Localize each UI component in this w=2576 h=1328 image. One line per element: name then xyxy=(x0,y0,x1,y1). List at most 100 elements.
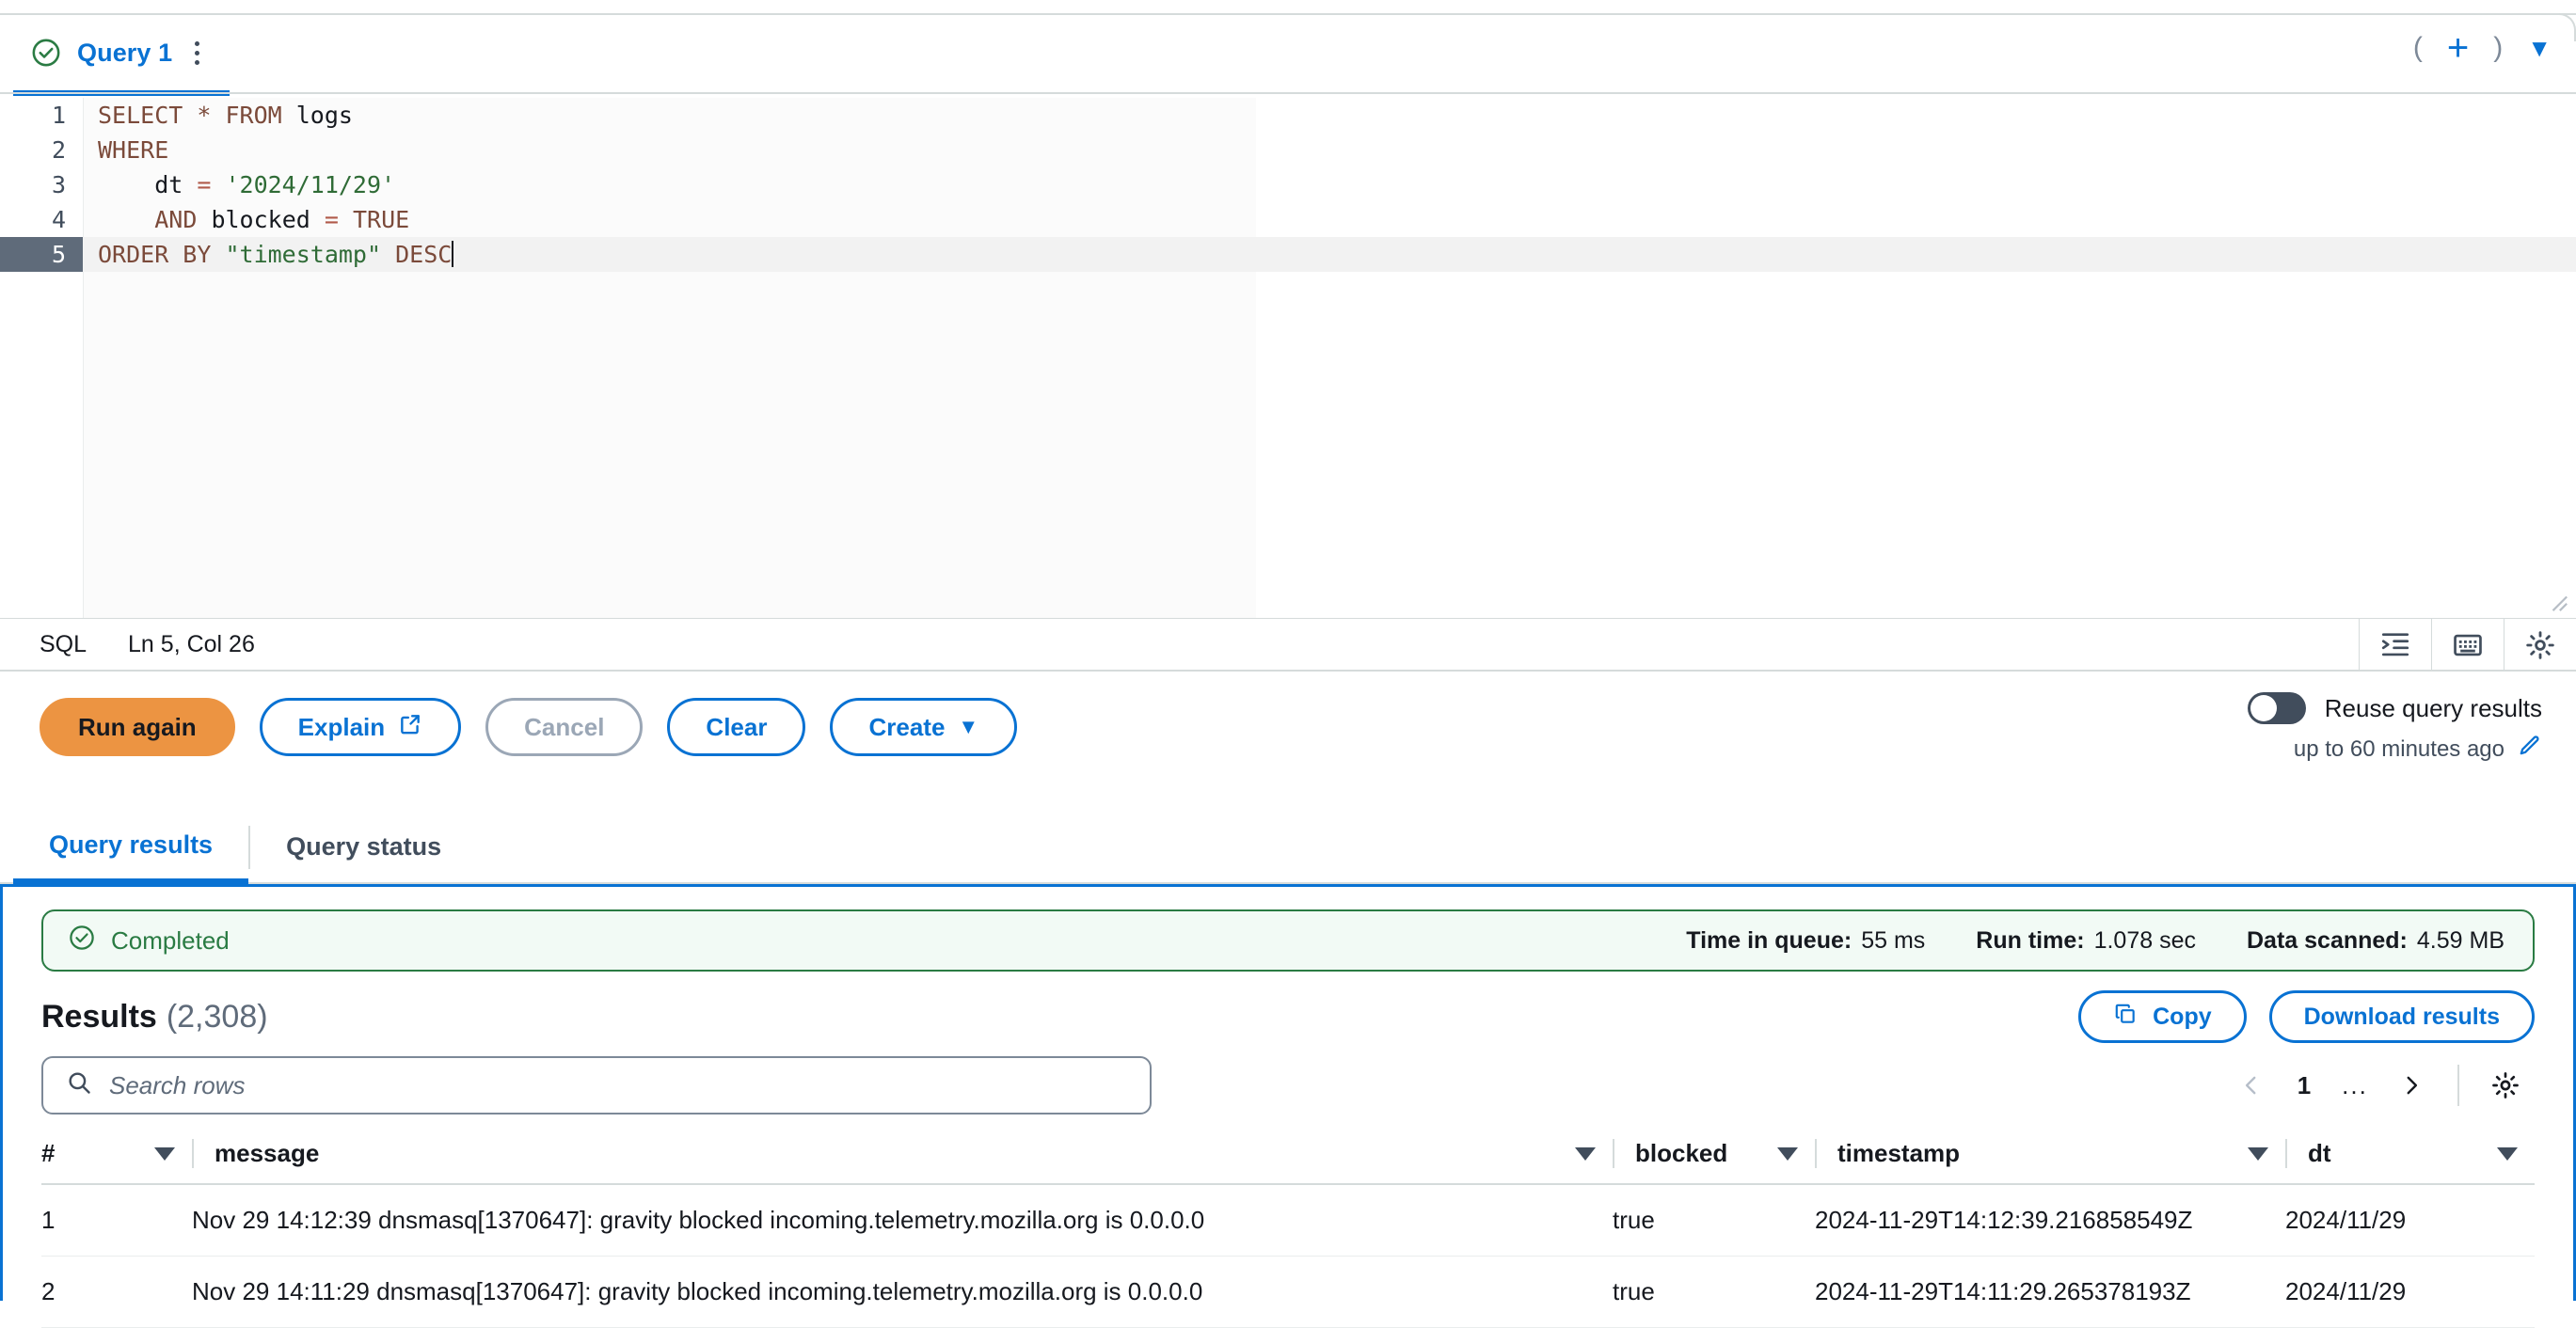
line-number: 4 xyxy=(51,206,66,233)
copy-icon xyxy=(2113,1002,2138,1033)
table-row[interactable]: 1 Nov 29 14:12:39 dnsmasq[1370647]: gravi… xyxy=(41,1184,2535,1257)
column-header-message[interactable]: message xyxy=(192,1130,1613,1185)
cell-message: Nov 29 14:12:39 dnsmasq[1370647]: gravit… xyxy=(192,1184,1613,1257)
pagination-divider xyxy=(2457,1065,2459,1106)
sql-code-editor[interactable]: 1 SELECT * FROM logs 2 WHERE 3 dt = '2024/11… xyxy=(0,98,2576,618)
cell-timestamp: 2024-11-29T14:11:29.265378193Z xyxy=(1815,1256,2285,1328)
explain-button[interactable]: Explain xyxy=(259,698,462,756)
copy-button-label: Copy xyxy=(2153,1003,2212,1030)
metric-label: Data scanned: xyxy=(2247,926,2408,954)
settings-gear-icon[interactable] xyxy=(2504,619,2576,671)
resize-grip-icon[interactable] xyxy=(2548,592,2568,612)
results-count: (2,308) xyxy=(166,998,268,1035)
search-icon xyxy=(66,1069,92,1102)
sort-triangle-icon[interactable] xyxy=(154,1146,175,1161)
check-circle-icon xyxy=(30,37,62,69)
code-lines: 1 SELECT * FROM logs 2 WHERE 3 dt = '2024/11… xyxy=(0,98,2576,272)
create-button-label: Create xyxy=(868,712,946,741)
code-line-2[interactable]: 2 WHERE xyxy=(0,133,2576,167)
cell-blocked: true xyxy=(1613,1256,1815,1328)
column-header-timestamp[interactable]: timestamp xyxy=(1815,1130,2285,1185)
line-number: 3 xyxy=(51,171,66,198)
sort-triangle-icon[interactable] xyxy=(1575,1146,1596,1161)
download-results-button[interactable]: Download results xyxy=(2268,990,2535,1043)
search-placeholder: Search rows xyxy=(109,1070,246,1099)
chevron-down-icon[interactable]: ▼ xyxy=(2527,34,2552,63)
results-header-actions: Copy Download results xyxy=(2078,990,2535,1043)
query-status-banner: Completed Time in queue: 55 ms Run time: 1… xyxy=(41,909,2535,972)
copy-button[interactable]: Copy xyxy=(2078,990,2247,1043)
search-input[interactable]: Search rows xyxy=(41,1056,1152,1115)
cancel-button: Cancel xyxy=(485,698,644,756)
column-header-num[interactable]: # xyxy=(41,1130,192,1185)
table-row[interactable]: 2 Nov 29 14:11:29 dnsmasq[1370647]: gravi… xyxy=(41,1256,2535,1328)
query-tab-label: Query 1 xyxy=(77,38,173,67)
sort-triangle-icon[interactable] xyxy=(1777,1146,1798,1161)
column-header-blocked[interactable]: blocked xyxy=(1613,1130,1815,1185)
line-number: 2 xyxy=(51,136,66,164)
left-paren: ( xyxy=(2412,32,2423,63)
page-ellipsis[interactable]: ... xyxy=(2328,1071,2382,1100)
column-label: # xyxy=(41,1139,56,1167)
right-paren: ) xyxy=(2493,32,2504,63)
run-again-button[interactable]: Run again xyxy=(40,698,235,756)
metric-value: 4.59 MB xyxy=(2416,926,2504,954)
page-title: Results xyxy=(41,998,157,1035)
code-line-3[interactable]: 3 dt = '2024/11/29' xyxy=(0,167,2576,202)
line-number: 5 xyxy=(0,237,83,272)
editor-status-icons xyxy=(2359,619,2576,671)
page-number-1[interactable]: 1 xyxy=(2281,1071,2328,1100)
line-number: 1 xyxy=(51,102,66,129)
column-label: dt xyxy=(2308,1139,2331,1167)
status-badge: Completed xyxy=(111,925,230,955)
query-tab-strip: Query 1 ( + ) ▼ xyxy=(0,15,2576,98)
code-text: AND blocked = TRUE xyxy=(154,206,410,233)
cell-timestamp: 2024-11-29T14:12:39.216858549Z xyxy=(1815,1184,2285,1257)
results-header: Results (2,308) Copy Download results xyxy=(41,987,2535,1047)
query-tab-query-1[interactable]: Query 1 xyxy=(13,15,231,96)
clear-button[interactable]: Clear xyxy=(667,698,806,756)
column-header-dt[interactable]: dt xyxy=(2285,1130,2535,1185)
query-metrics: Time in queue: 55 ms Run time: 1.078 sec D… xyxy=(1686,927,2504,955)
tab-query-results[interactable]: Query results xyxy=(13,811,249,884)
sort-triangle-icon[interactable] xyxy=(2497,1146,2518,1161)
create-dropdown-button[interactable]: Create ▼ xyxy=(830,698,1018,756)
reuse-duration-text: up to 60 minutes ago xyxy=(2293,735,2504,762)
code-line-1[interactable]: 1 SELECT * FROM logs xyxy=(0,98,2576,133)
editor-status-bar: SQL Ln 5, Col 26 xyxy=(0,618,2576,671)
cell-dt: 2024/11/29 xyxy=(2285,1256,2535,1328)
kebab-menu-icon[interactable] xyxy=(187,36,207,71)
toggle-knob xyxy=(2250,695,2277,721)
code-text: ORDER BY "timestamp" DESC xyxy=(83,237,2576,272)
add-query-tab-button[interactable]: + xyxy=(2447,29,2469,67)
metric-label: Time in queue: xyxy=(1686,926,1852,954)
results-table-body: 1 Nov 29 14:12:39 dnsmasq[1370647]: gravi… xyxy=(41,1184,2535,1328)
tab-actions: ( + ) ▼ xyxy=(2412,29,2552,67)
cursor-position: Ln 5, Col 26 xyxy=(128,630,255,657)
cell-message: Nov 29 14:11:29 dnsmasq[1370647]: gravit… xyxy=(192,1256,1613,1328)
results-container: Completed Time in queue: 55 ms Run time: 1… xyxy=(0,884,2576,1328)
metric-label: Run time: xyxy=(1976,926,2085,954)
metric-value: 55 ms xyxy=(1861,926,1926,954)
code-line-4[interactable]: 4 AND blocked = TRUE xyxy=(0,202,2576,237)
code-line-5[interactable]: 5 ORDER BY "timestamp" DESC xyxy=(0,237,2576,272)
table-settings-gear-icon[interactable] xyxy=(2476,1056,2535,1115)
reuse-query-results-control: Reuse query results up to 60 minutes ago xyxy=(2247,692,2542,765)
tab-query-status[interactable]: Query status xyxy=(250,811,477,882)
results-toolbar: Search rows 1 ... xyxy=(41,1056,2535,1115)
cell-num: 1 xyxy=(41,1184,192,1257)
metric-run-time: Run time: 1.078 sec xyxy=(1976,927,2196,955)
cell-dt: 2024/11/29 xyxy=(2285,1184,2535,1257)
sort-triangle-icon[interactable] xyxy=(2248,1146,2268,1161)
editor-language: SQL xyxy=(40,630,87,657)
reuse-query-results-toggle[interactable] xyxy=(2247,692,2306,724)
next-page-button[interactable] xyxy=(2382,1056,2441,1115)
format-indent-icon[interactable] xyxy=(2359,619,2431,671)
code-text: WHERE xyxy=(98,136,169,164)
tabstrip-divider xyxy=(0,92,2576,94)
query-editor-panel: Query 1 ( + ) ▼ 1 SELECT * FROM logs 2 WHER… xyxy=(0,13,2576,672)
keyboard-shortcuts-icon[interactable] xyxy=(2431,619,2504,671)
pencil-edit-icon[interactable] xyxy=(2518,734,2542,765)
query-action-bar: Run again Explain Cancel Clear Create ▼ xyxy=(0,672,2576,811)
column-label: timestamp xyxy=(1837,1139,1961,1167)
